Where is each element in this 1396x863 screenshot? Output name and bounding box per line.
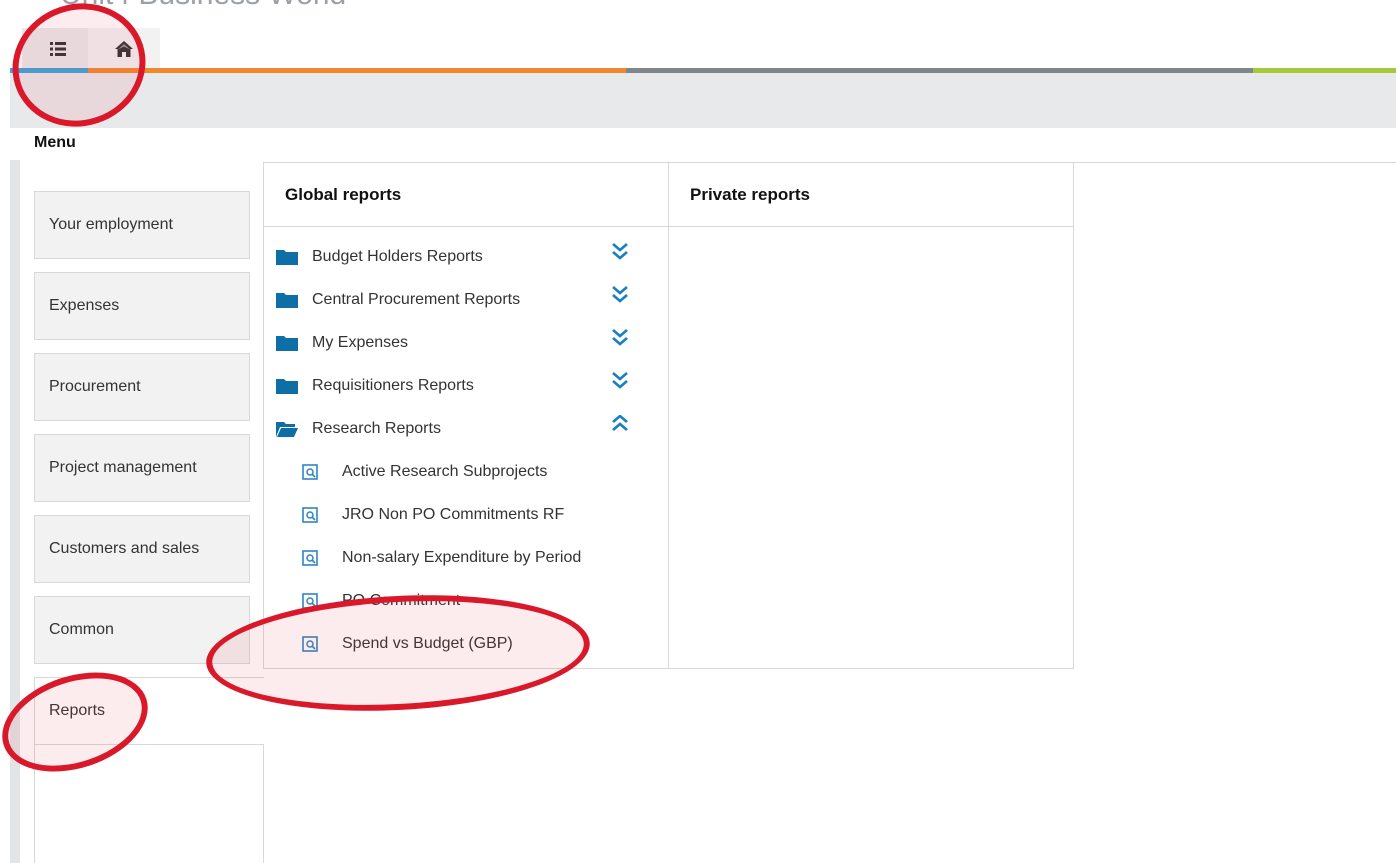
- chevron-double-down-icon[interactable]: [612, 286, 628, 304]
- chevron-double-down-icon[interactable]: [612, 243, 628, 261]
- report-non-salary-expenditure-by-period[interactable]: Non-salary Expenditure by Period: [264, 536, 668, 579]
- private-reports-header: Private reports: [669, 163, 1073, 227]
- menu-item-project-management[interactable]: Project management: [34, 434, 250, 502]
- folder-icon: [276, 249, 298, 265]
- folder-icon: [276, 292, 298, 308]
- report-label: PO Commitment: [342, 591, 461, 609]
- folder-label: Requisitioners Reports: [312, 376, 474, 394]
- report-icon: [302, 592, 318, 609]
- reports-panel: Global reports Budget Holders Reports Ce…: [263, 162, 1396, 669]
- left-rail: [10, 160, 20, 863]
- menu-item-your-employment[interactable]: Your employment: [34, 191, 250, 259]
- menu-item-expenses[interactable]: Expenses: [34, 272, 250, 340]
- folder-my-expenses[interactable]: My Expenses: [264, 321, 668, 364]
- report-icon: [302, 506, 318, 523]
- home-icon: [115, 41, 133, 57]
- menu-label: Menu: [34, 134, 76, 151]
- report-label: Active Research Subprojects: [342, 462, 548, 480]
- global-reports-column: Global reports Budget Holders Reports Ce…: [263, 163, 669, 669]
- report-icon: [302, 463, 318, 480]
- folder-icon: [276, 378, 298, 394]
- folder-central-procurement-reports[interactable]: Central Procurement Reports: [264, 278, 668, 321]
- list-icon: [50, 42, 66, 56]
- report-active-research-subprojects[interactable]: Active Research Subprojects: [264, 450, 668, 493]
- folder-open-icon: [276, 421, 298, 437]
- chevron-double-up-icon[interactable]: [612, 415, 628, 433]
- report-icon: [302, 635, 318, 652]
- folder-label: Central Procurement Reports: [312, 290, 521, 308]
- tab-bar: [10, 28, 1396, 72]
- folder-research-reports[interactable]: Research Reports: [264, 407, 668, 450]
- toolbar-band: [10, 73, 1396, 128]
- tab-menu[interactable]: [22, 28, 94, 70]
- menu-sidebar: Your employment Expenses Procurement Pro…: [20, 160, 264, 863]
- app-window: Unit4 Business World Menu Y: [0, 0, 1396, 863]
- report-label: Spend vs Budget (GBP): [342, 634, 513, 652]
- tab-home[interactable]: [88, 28, 160, 70]
- report-jro-non-po-commitments-rf[interactable]: JRO Non PO Commitments RF: [264, 493, 668, 536]
- folder-label: My Expenses: [312, 333, 409, 351]
- folder-budget-holders-reports[interactable]: Budget Holders Reports: [264, 235, 668, 278]
- menu-item-common[interactable]: Common: [34, 596, 250, 664]
- app-title: Unit4 Business World: [60, 0, 346, 12]
- chevron-double-down-icon[interactable]: [612, 329, 628, 347]
- report-icon: [302, 549, 318, 566]
- report-label: Non-salary Expenditure by Period: [342, 548, 582, 566]
- menu-item-customers-and-sales[interactable]: Customers and sales: [34, 515, 250, 583]
- folder-requisitioners-reports[interactable]: Requisitioners Reports: [264, 364, 668, 407]
- report-po-commitment[interactable]: PO Commitment: [264, 579, 668, 622]
- global-reports-header: Global reports: [264, 163, 668, 227]
- folder-label: Budget Holders Reports: [312, 247, 483, 265]
- report-label: JRO Non PO Commitments RF: [342, 505, 565, 523]
- menu-item-procurement[interactable]: Procurement: [34, 353, 250, 421]
- report-spend-vs-budget-gbp[interactable]: Spend vs Budget (GBP): [264, 622, 668, 665]
- menu-item-reports[interactable]: Reports: [34, 677, 264, 745]
- folder-label: Research Reports: [312, 419, 441, 437]
- folder-icon: [276, 335, 298, 351]
- global-reports-tree: Budget Holders Reports Central Procureme…: [264, 227, 668, 665]
- private-reports-column: Private reports: [669, 163, 1074, 669]
- menu-sidebar-filler: [34, 744, 264, 863]
- chevron-double-down-icon[interactable]: [612, 372, 628, 390]
